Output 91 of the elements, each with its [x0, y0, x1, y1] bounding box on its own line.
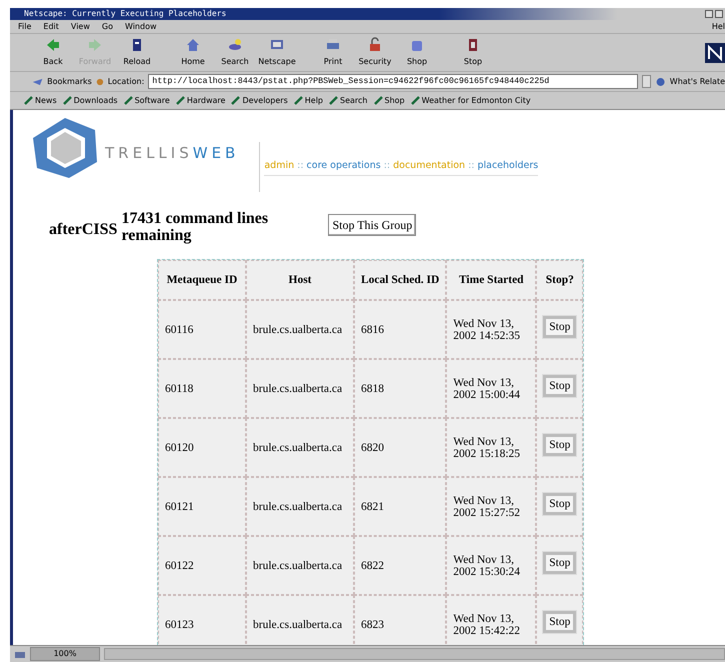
pen-icon [410, 96, 420, 105]
whats-related-button[interactable]: What's Relate [670, 76, 725, 88]
logo-text: TRELLIS WEB [105, 143, 240, 162]
location-icon [96, 76, 104, 86]
location-label: Location: [108, 76, 144, 88]
table-cell: brule.cs.ualberta.ca [246, 477, 354, 536]
table-cell: brule.cs.ualberta.ca [246, 418, 354, 477]
pen-icon [124, 96, 133, 105]
menu-item[interactable]: Window [124, 20, 157, 32]
stop-button[interactable]: Stop [543, 434, 576, 456]
table-cell: brule.cs.ualberta.ca [246, 536, 354, 595]
arrow-left-icon [45, 37, 61, 53]
table-cell: 60121 [158, 477, 246, 536]
dropdown-button[interactable] [642, 75, 651, 88]
bookmark-link[interactable]: Developers [231, 94, 288, 106]
nav-separator: :: [297, 160, 304, 171]
pen-icon [294, 96, 303, 105]
pen-icon [374, 96, 382, 105]
menu-item[interactable]: File [18, 20, 32, 32]
bookmark-link[interactable]: Software [124, 94, 170, 106]
bookmark-icon [32, 76, 44, 86]
padlock-icon [367, 37, 383, 53]
table-cell: 6821 [354, 477, 446, 536]
toolbar-button[interactable]: Print [312, 37, 354, 68]
stop-button[interactable]: Stop [543, 493, 576, 515]
table-cell: Wed Nov 13, 2002 15:18:25 [446, 418, 536, 477]
menu-item[interactable]: Go [102, 20, 113, 32]
window-title: Netscape: Currently Executing Placeholders [24, 8, 226, 20]
table-cell: 60118 [158, 359, 246, 418]
pen-icon [176, 96, 185, 105]
menu-item[interactable]: Edit [43, 20, 59, 32]
table-cell: 60120 [158, 418, 246, 477]
table-cell: 6818 [354, 359, 446, 418]
globe-icon [654, 76, 666, 88]
table-cell: 60122 [158, 536, 246, 595]
arrow-right-icon [87, 37, 103, 53]
toolbar-button[interactable]: Netscape [256, 37, 298, 68]
stop-button[interactable]: Stop [543, 552, 576, 574]
bookmark-link[interactable]: Search [329, 94, 368, 106]
table-cell: 60116 [158, 300, 246, 359]
stop-button[interactable]: Stop [543, 316, 576, 338]
pen-icon [62, 96, 72, 105]
toolbar-button[interactable]: Search [214, 37, 256, 68]
maximize-button[interactable] [715, 10, 723, 18]
column-header: Time Started [446, 260, 536, 300]
pen-icon [231, 96, 240, 105]
toolbar-button[interactable]: Shop [396, 37, 438, 68]
table-cell: Wed Nov 13, 2002 15:00:44 [446, 359, 536, 418]
column-header: Host [246, 260, 354, 300]
bookmark-link[interactable]: Hardware [176, 94, 226, 106]
bookmarks-button[interactable]: Bookmarks [47, 76, 92, 88]
column-header: Stop? [536, 260, 584, 300]
pen-icon [329, 96, 338, 105]
table-cell: Wed Nov 13, 2002 15:30:24 [446, 536, 536, 595]
stop-group-button[interactable]: Stop This Group [328, 214, 416, 236]
logo-icon [705, 43, 725, 63]
toolbar-button[interactable]: Home [172, 37, 214, 68]
toolbar-button[interactable]: Back [32, 37, 74, 68]
zoom-indicator: 100% [30, 647, 100, 661]
column-header: Metaqueue ID [158, 260, 246, 300]
bookmark-link[interactable]: Shop [374, 94, 405, 106]
group-status: 17431 command lines remaining [121, 210, 270, 244]
table-cell: Wed Nov 13, 2002 15:27:52 [446, 477, 536, 536]
table-cell: 6820 [354, 418, 446, 477]
table-cell: 6816 [354, 300, 446, 359]
group-name: afterCISS [49, 220, 118, 240]
toolbar-button[interactable]: Security [354, 37, 396, 68]
search-icon [227, 37, 243, 53]
nav-separator: :: [384, 160, 390, 171]
menu-item[interactable]: View [70, 20, 90, 32]
stop-button[interactable]: Stop [543, 375, 576, 397]
menu-item[interactable]: Hel [712, 20, 725, 32]
url-field[interactable]: http://localhost:8443/pstat.php?PBSWeb_Session=c94622f96fc00c96165fc948440c225d [148, 74, 638, 89]
stop-button[interactable]: Stop [543, 611, 576, 633]
nav-link[interactable]: core operations [306, 160, 381, 171]
pen-icon [24, 96, 33, 105]
nav-link[interactable]: placeholders [477, 160, 538, 171]
bookmark-link[interactable]: News [24, 94, 57, 106]
bookmark-link[interactable]: Help [294, 94, 324, 106]
table-cell: brule.cs.ualberta.ca [246, 359, 354, 418]
house-icon [185, 37, 201, 53]
toolbar-button[interactable]: Reload [116, 37, 158, 68]
bookmark-link[interactable]: Downloads [62, 94, 118, 106]
table-cell: brule.cs.ualberta.ca [246, 300, 354, 359]
column-header: Local Sched. ID [354, 260, 446, 300]
table-cell: 6822 [354, 536, 446, 595]
minimize-button[interactable] [705, 10, 713, 18]
toolbar-button[interactable]: Stop [452, 37, 494, 68]
table-cell: Wed Nov 13, 2002 14:52:35 [446, 300, 536, 359]
nav-separator: :: [468, 160, 474, 171]
bookmark-link[interactable]: Weather for Edmonton City [410, 94, 531, 106]
